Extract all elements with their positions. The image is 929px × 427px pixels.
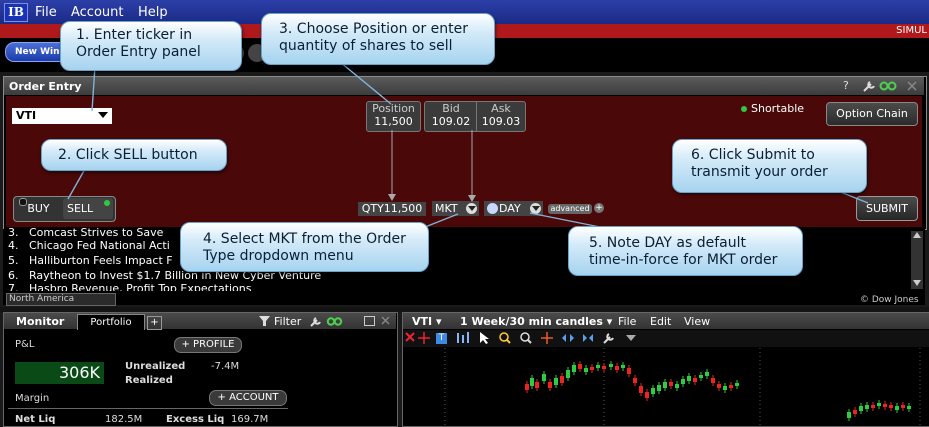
callout-6: 6. Click Submit to transmit your order [672,139,867,193]
arrow-5 [529,212,601,228]
arrowhead [388,194,396,201]
callout-2: 2. Click SELL button [41,139,227,171]
arrow-3 [339,61,392,105]
callout-3: 3. Choose Position or enter quantity of … [261,13,495,65]
callout-5: 5. Note DAY as default time-in-force for… [568,226,803,276]
arrow-1 [91,65,96,112]
arrowhead [468,195,476,202]
arrow-2 [67,168,86,200]
callout-4: 4. Select MKT from the Order Type dropdo… [180,222,429,272]
callout-1: 1. Enter ticker in Order Entry panel [60,21,242,71]
